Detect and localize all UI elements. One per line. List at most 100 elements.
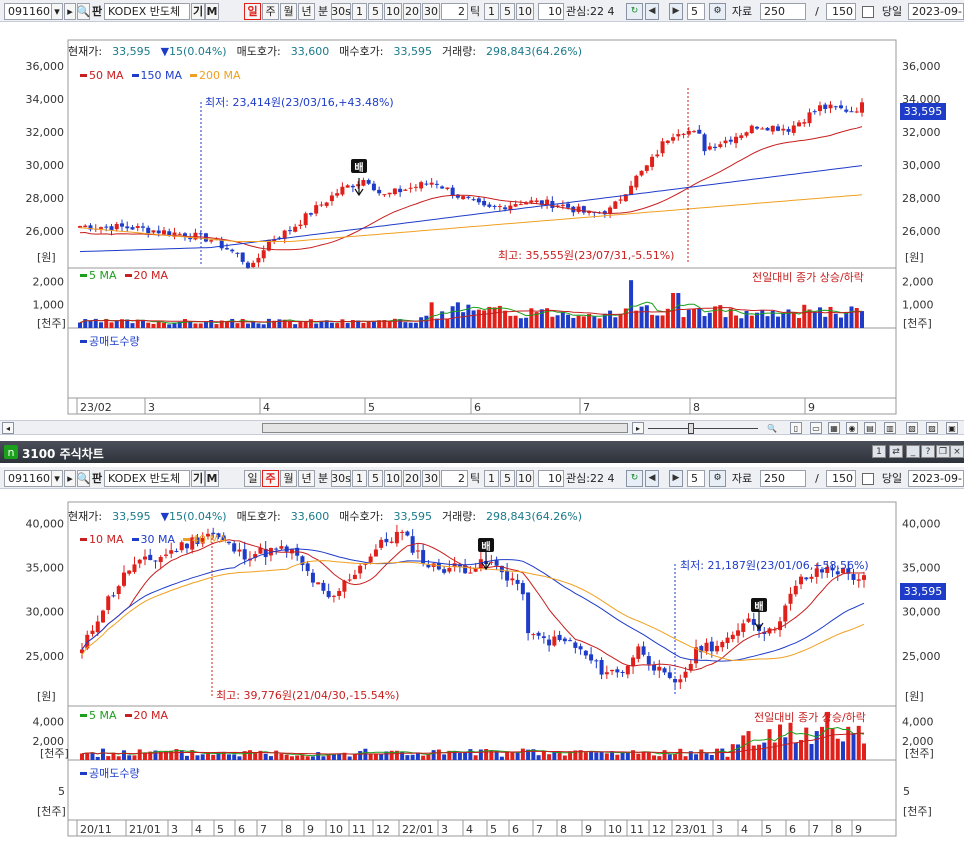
price-tick-right: 36,000 (902, 60, 941, 73)
m-button[interactable]: M (205, 3, 219, 20)
next-arrow-icon[interactable]: ▸ (64, 3, 76, 20)
tool-icon-1[interactable]: ▯ (790, 422, 802, 434)
tick-value-input-2[interactable]: 10 (538, 470, 564, 487)
close-icon[interactable]: × (950, 445, 964, 458)
min10-button[interactable]: 10 (384, 3, 402, 20)
gi-button-2[interactable]: 기 (191, 470, 205, 487)
code-dropdown-icon[interactable]: ▾ (51, 3, 63, 20)
m-button-2[interactable]: M (205, 470, 219, 487)
tick1-button[interactable]: 1 (484, 3, 499, 20)
window-num-icon[interactable]: 1 (872, 445, 886, 458)
tool-icon-3[interactable]: ▦ (828, 422, 840, 434)
tick-label-2: 틱 (469, 472, 481, 485)
tool-icon-2[interactable]: ▭ (810, 422, 822, 434)
refresh-icon-2[interactable]: ↻ (626, 470, 643, 487)
settings-icon-2[interactable]: ⚙ (709, 470, 726, 487)
stock-code-input-2[interactable]: 091160 (4, 470, 52, 487)
period-month-button-2[interactable]: 월 (280, 470, 297, 487)
next-icon-2[interactable]: ▶ (669, 470, 683, 487)
min5-button-2[interactable]: 5 (368, 470, 383, 487)
sec30-button-2[interactable]: 30s (331, 470, 351, 487)
min1-button-2[interactable]: 1 (352, 470, 367, 487)
sec30-button[interactable]: 30s (331, 3, 351, 20)
volume-bar-2 (499, 756, 504, 760)
period-year-button[interactable]: 년 (298, 3, 315, 20)
zoom-slider-track[interactable] (648, 428, 758, 429)
window-min-icon[interactable]: _ (906, 445, 920, 458)
date-input[interactable]: 2023-09-1 (908, 3, 964, 20)
vol-tick-left-2: 4,000 (33, 716, 65, 729)
tool-icon-5[interactable]: ▤ (864, 422, 876, 434)
spin-input[interactable]: 5 (687, 3, 705, 20)
refresh-icon[interactable]: ↻ (626, 3, 643, 20)
window-title-bar-2[interactable]: n 3100 주식차트 1 ⇄ _ ? ❐ × (0, 441, 964, 463)
tool-icon-7[interactable]: ▧ (906, 422, 918, 434)
candle-body-2 (415, 550, 420, 552)
tool-icon-4[interactable]: ◉ (846, 422, 858, 434)
zoom-icon[interactable]: 🔍 (766, 422, 778, 434)
next-arrow-icon-2[interactable]: ▸ (64, 470, 76, 487)
min20-button[interactable]: 20 (403, 3, 421, 20)
tool-icon-8[interactable]: ▨ (926, 422, 938, 434)
pan-label[interactable]: 판 (90, 3, 104, 20)
volume-bar-2 (457, 752, 462, 760)
search-icon-2[interactable]: 🔍 (77, 470, 90, 487)
count-input[interactable]: 150 (826, 3, 856, 20)
dangil-checkbox-2[interactable] (862, 473, 874, 485)
volume-bar-2 (583, 752, 588, 760)
period-day-button-2[interactable]: 일 (244, 470, 261, 487)
period-day-button[interactable]: 일 (244, 3, 261, 20)
min1-button[interactable]: 1 (352, 3, 367, 20)
period-week-button[interactable]: 주 (262, 3, 279, 20)
volume-bar-2 (715, 748, 720, 760)
gi-button[interactable]: 기 (191, 3, 205, 20)
tool-icon-6[interactable]: ▥ (884, 422, 896, 434)
window-help-icon[interactable]: ? (921, 445, 935, 458)
candle-body (230, 249, 235, 252)
tick-value-input[interactable]: 10 (538, 3, 564, 20)
jaryo-select[interactable]: 250 (760, 3, 806, 20)
tick10-button[interactable]: 10 (516, 3, 534, 20)
period-week-button-2[interactable]: 주 (262, 470, 279, 487)
tick5-button-2[interactable]: 5 (500, 470, 515, 487)
tick10-button-2[interactable]: 10 (516, 470, 534, 487)
tick-count-input-2[interactable]: 2 (441, 470, 468, 487)
period-month-button[interactable]: 월 (280, 3, 297, 20)
dangil-checkbox[interactable] (862, 6, 874, 18)
min20-button-2[interactable]: 20 (403, 470, 421, 487)
scroll-thumb[interactable] (262, 423, 628, 433)
jaryo-select-2[interactable]: 250 (760, 470, 806, 487)
volume-bar (314, 323, 319, 328)
scroll-right-icon[interactable]: ▸ (632, 422, 644, 434)
min30-button-2[interactable]: 30 (422, 470, 440, 487)
min5-button[interactable]: 5 (368, 3, 383, 20)
window-link-icon[interactable]: ⇄ (889, 445, 903, 458)
code-dropdown-icon-2[interactable]: ▾ (51, 470, 63, 487)
tool-icon-9[interactable]: ▣ (946, 422, 958, 434)
pan-label-2[interactable]: 판 (90, 470, 104, 487)
volume-bar (298, 321, 303, 328)
stock-code-input[interactable]: 091160 (4, 3, 52, 20)
tick-count-input[interactable]: 2 (441, 3, 468, 20)
buy-mark-2b[interactable]: 배 (751, 598, 767, 613)
spin-input-2[interactable]: 5 (687, 470, 705, 487)
count-input-2[interactable]: 150 (826, 470, 856, 487)
period-year-button-2[interactable]: 년 (298, 470, 315, 487)
chart-scrollbar-1[interactable]: ◂ ▸ 🔍 ▯ ▭ ▦ ◉ ▤ ▥ ▧ ▨ ▣ (0, 420, 964, 435)
min30-button[interactable]: 30 (422, 3, 440, 20)
scroll-left-icon[interactable]: ◂ (2, 422, 14, 434)
buy-mark-2a[interactable]: 배 (478, 538, 494, 553)
settings-icon[interactable]: ⚙ (709, 3, 726, 20)
buy-mark-1[interactable]: 배 (351, 159, 367, 174)
min10-button-2[interactable]: 10 (384, 470, 402, 487)
prev-icon-2[interactable]: ◀ (645, 470, 659, 487)
next-icon[interactable]: ▶ (669, 3, 683, 20)
tick5-button[interactable]: 5 (500, 3, 515, 20)
window-restore-icon[interactable]: ❐ (936, 445, 950, 458)
vol-unit-right-2: [천주] (905, 747, 934, 760)
tick1-button-2[interactable]: 1 (484, 470, 499, 487)
prev-icon[interactable]: ◀ (645, 3, 659, 20)
date-input-2[interactable]: 2023-09-1 (908, 470, 964, 487)
search-icon[interactable]: 🔍 (77, 3, 90, 20)
zoom-slider-handle[interactable] (688, 423, 694, 434)
